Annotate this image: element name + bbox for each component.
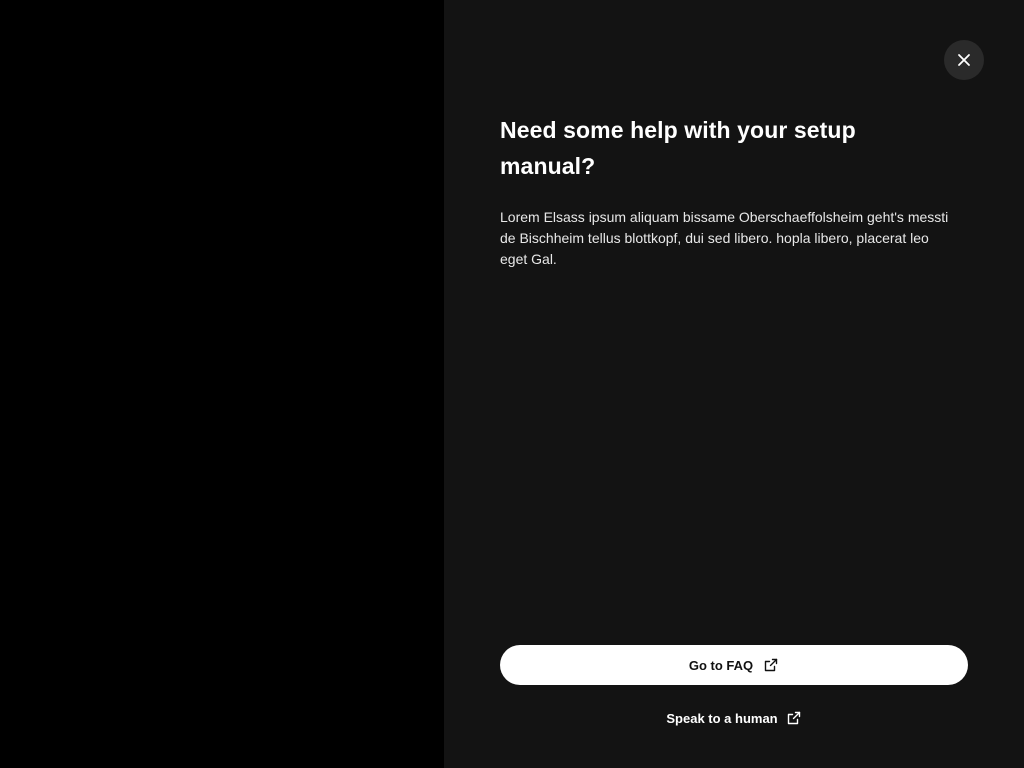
speak-to-human-label: Speak to a human (666, 710, 778, 726)
help-side-panel: Need some help with your setup manual? L… (444, 0, 1024, 768)
external-link-icon (763, 657, 779, 673)
speak-to-human-button[interactable]: Speak to a human (500, 700, 968, 736)
panel-description: Lorem Elsass ipsum aliquam bissame Obers… (500, 209, 949, 267)
panel-title: Need some help with your setup manual? (500, 117, 856, 179)
close-button[interactable] (944, 40, 984, 80)
close-icon (957, 53, 971, 67)
go-to-faq-button[interactable]: Go to FAQ (500, 645, 968, 685)
external-link-icon (786, 710, 802, 726)
modal-backdrop[interactable] (0, 0, 444, 768)
go-to-faq-label: Go to FAQ (688, 657, 754, 673)
